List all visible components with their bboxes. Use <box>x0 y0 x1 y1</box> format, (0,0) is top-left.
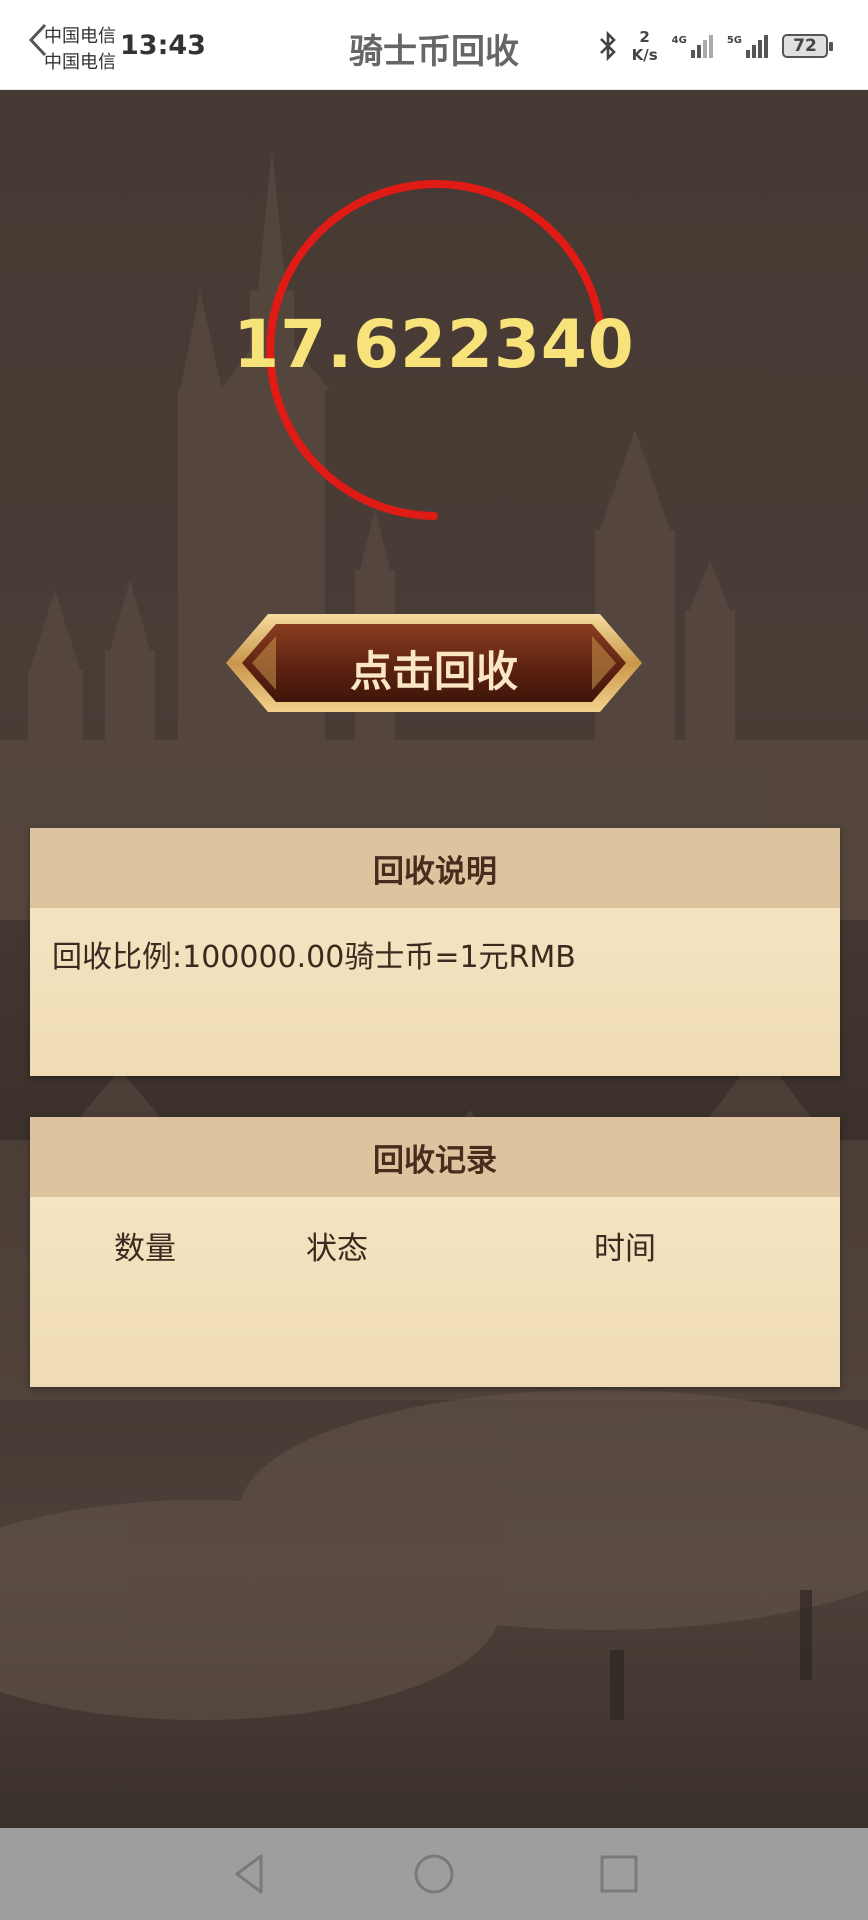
nav-recents-icon[interactable] <box>595 1850 643 1898</box>
column-header-status: 状态 <box>306 1231 368 1267</box>
recovery-record-panel: 回收记录 数量 状态 时间 <box>30 1117 840 1387</box>
sim2-signal-icon: 5G <box>726 34 768 58</box>
recovery-info-panel: 回收说明 回收比例:100000.00骑士币=1元RMB <box>30 828 840 1076</box>
recover-button-label: 点击回收 <box>349 647 518 696</box>
net-speed: 2 K/s <box>632 28 658 64</box>
sim1-tag: 4G <box>671 34 687 46</box>
recover-button[interactable]: 点击回收 <box>220 608 648 718</box>
nav-back-icon[interactable] <box>225 1850 273 1898</box>
status-icons: 2 K/s 4G 5G 72 <box>598 26 833 66</box>
column-header-time: 时间 <box>594 1231 656 1267</box>
recovery-ratio-text: 回收比例:100000.00骑士币=1元RMB <box>52 940 576 975</box>
top-bar: 中国电信 中国电信 13:43 骑士币回收 2 K/s 4G 5G 72 <box>0 0 868 90</box>
sim1-signal-icon: 4G <box>671 34 713 58</box>
nav-home-icon[interactable] <box>410 1850 458 1898</box>
net-speed-value: 2 <box>639 28 650 46</box>
sim2-tag: 5G <box>726 34 742 46</box>
recovery-info-title: 回收说明 <box>30 828 840 908</box>
recovery-info-body: 回收比例:100000.00骑士币=1元RMB <box>30 908 840 1076</box>
recovery-record-title: 回收记录 <box>30 1117 840 1197</box>
coin-balance: 17.622340 <box>233 306 635 383</box>
battery-icon: 72 <box>782 34 833 58</box>
recovery-record-table: 数量 状态 时间 <box>30 1197 840 1387</box>
system-nav-bar <box>0 1828 868 1920</box>
bluetooth-icon <box>599 31 616 61</box>
column-header-quantity: 数量 <box>114 1231 176 1267</box>
net-speed-unit: K/s <box>631 46 658 64</box>
